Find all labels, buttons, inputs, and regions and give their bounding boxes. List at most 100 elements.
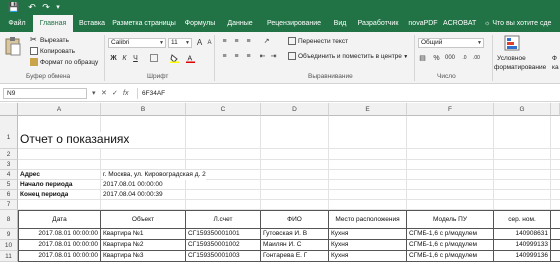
column-header-b[interactable]: B [101, 103, 186, 116]
table-header-date[interactable]: Дата [18, 210, 101, 229]
table-cell-serial[interactable]: 140999136 [494, 251, 551, 262]
period-start-label[interactable]: Начало периода [20, 180, 73, 190]
tab-review[interactable]: Рецензирование [261, 15, 327, 32]
paste-button[interactable] [4, 36, 24, 64]
tab-developer[interactable]: Разработчик [353, 15, 403, 32]
font-name-combo[interactable]: Calibri ▼ [108, 38, 166, 48]
tell-me-search[interactable]: ☼ Что вы хотите сде [484, 15, 551, 32]
row-header-5[interactable]: 5 [0, 180, 18, 190]
grow-font-button[interactable]: A [195, 38, 204, 47]
font-color-icon[interactable]: A [186, 54, 195, 63]
table-header-account[interactable]: Л.счет [186, 210, 261, 229]
decrease-indent-icon[interactable]: ⇤ [258, 52, 267, 61]
number-format-combo[interactable]: Общий ▼ [418, 38, 484, 48]
table-cell-model[interactable]: СГМБ-1,6 с р/модулем [407, 251, 494, 262]
chevron-down-icon[interactable]: ▾ [92, 88, 96, 99]
customize-toolbar-icon[interactable]: ▾ [52, 2, 64, 13]
table-header-name[interactable]: ФИО [261, 210, 329, 229]
table-cell-account[interactable]: СГ159350001001 [186, 229, 261, 240]
underline-button[interactable]: Ч [131, 54, 140, 63]
table-cell-extra[interactable] [551, 251, 560, 262]
table-cell-extra[interactable] [551, 229, 560, 240]
align-left-icon[interactable]: ≡ [220, 52, 229, 61]
increase-indent-icon[interactable]: ⇥ [269, 52, 278, 61]
tab-file[interactable]: Файл [3, 15, 31, 32]
table-cell-object[interactable]: Квартира №1 [101, 229, 186, 240]
table-cell-name[interactable]: Гонтарева Е. Г [261, 251, 329, 262]
format-painter-button[interactable]: Формат по образцу [30, 58, 98, 67]
align-right-icon[interactable]: ≡ [244, 52, 253, 61]
period-end-label[interactable]: Конец периода [20, 190, 68, 200]
decrease-decimal-icon[interactable]: .00 [472, 54, 481, 63]
wrap-text-button[interactable]: Перенести текст [288, 37, 348, 46]
thousands-button[interactable]: 000 [443, 54, 457, 63]
row-header-6[interactable]: 6 [0, 190, 18, 200]
table-header-model[interactable]: Модель ПУ [407, 210, 494, 229]
row-header-2[interactable]: 2 [0, 149, 18, 160]
increase-decimal-icon[interactable]: .0 [460, 54, 469, 63]
shrink-font-button[interactable]: A [205, 39, 214, 48]
save-icon[interactable]: 💾 [8, 2, 20, 13]
column-header-c[interactable]: C [186, 103, 261, 116]
name-box[interactable]: N9 [3, 88, 87, 99]
table-cell-location[interactable]: Кухня [329, 229, 407, 240]
copy-button[interactable]: Копировать [30, 47, 75, 56]
address-value[interactable]: г. Москва, ул. Кировоградская д. 2 [103, 170, 206, 180]
table-cell-date[interactable]: 2017.08.01 00:00:00 [18, 229, 101, 240]
italic-button[interactable]: К [120, 54, 129, 63]
table-cell-name[interactable]: Гутовская И. В [261, 229, 329, 240]
tab-home[interactable]: Главная [33, 15, 73, 32]
borders-icon[interactable] [150, 54, 158, 62]
table-header-location[interactable]: Место расположения [329, 210, 407, 229]
period-start-value[interactable]: 2017.08.01 00:00:00 [103, 180, 163, 190]
column-header-g[interactable]: G [494, 103, 551, 116]
formula-input[interactable]: 6F34AF [137, 88, 557, 99]
align-bottom-icon[interactable]: ≡ [244, 37, 253, 46]
column-header-d[interactable]: D [261, 103, 329, 116]
column-header-h[interactable] [551, 103, 560, 116]
undo-icon[interactable]: ↶ [26, 2, 38, 13]
table-cell-name[interactable]: Маилян И. С [261, 240, 329, 251]
conditional-format-label[interactable]: Условное [497, 54, 526, 63]
select-all-corner[interactable] [0, 103, 18, 116]
row-header-8[interactable]: 8 [0, 210, 18, 229]
orientation-icon[interactable]: ↗ [262, 37, 271, 46]
table-cell-serial[interactable]: 140908631 [494, 229, 551, 240]
tab-page-layout[interactable]: Разметка страницы [111, 15, 177, 32]
table-cell-date[interactable]: 2017.08.01 00:00:00 [18, 240, 101, 251]
format-as-table-label[interactable]: Ф [552, 54, 557, 63]
table-cell-date[interactable]: 2017.08.01 00:00:00 [18, 251, 101, 262]
column-header-f[interactable]: F [407, 103, 494, 116]
row-header-1[interactable]: 1 [0, 116, 18, 149]
enter-icon[interactable]: ✓ [112, 88, 118, 99]
column-header-e[interactable]: E [329, 103, 407, 116]
row-header-9[interactable]: 9 [0, 229, 18, 240]
table-cell-account[interactable]: СГ159350001002 [186, 240, 261, 251]
tab-acrobat[interactable]: ACROBAT [443, 15, 476, 32]
table-cell-object[interactable]: Квартира №2 [101, 240, 186, 251]
row-header-3[interactable]: 3 [0, 160, 18, 170]
table-header-object[interactable]: Объект [101, 210, 186, 229]
redo-icon[interactable]: ↷ [40, 2, 52, 13]
table-cell-model[interactable]: СГМБ-1,6 с р/модулем [407, 240, 494, 251]
table-cell-account[interactable]: СГ159350001003 [186, 251, 261, 262]
address-label[interactable]: Адрес [20, 170, 40, 180]
conditional-format-icon[interactable] [504, 35, 522, 51]
tab-insert[interactable]: Вставка [75, 15, 109, 32]
table-cell-extra[interactable] [551, 240, 560, 251]
table-header-serial[interactable]: сер. ном. [494, 210, 551, 229]
table-cell-location[interactable]: Кухня [329, 240, 407, 251]
row-header-10[interactable]: 10 [0, 240, 18, 251]
align-center-icon[interactable]: ≡ [232, 52, 241, 61]
align-top-icon[interactable]: ≡ [220, 37, 229, 46]
table-header-extra[interactable] [551, 210, 560, 229]
currency-icon[interactable]: ▤ [418, 54, 427, 63]
cancel-icon[interactable]: ✕ [101, 88, 107, 99]
merge-center-button[interactable]: Объединить и поместить в центре ▼ [288, 52, 408, 62]
table-cell-location[interactable]: Кухня [329, 251, 407, 262]
tab-formulas[interactable]: Формулы [181, 15, 219, 32]
row-header-7[interactable]: 7 [0, 200, 18, 210]
tab-data[interactable]: Данные [223, 15, 257, 32]
table-cell-object[interactable]: Квартира №3 [101, 251, 186, 262]
align-middle-icon[interactable]: ≡ [232, 37, 241, 46]
